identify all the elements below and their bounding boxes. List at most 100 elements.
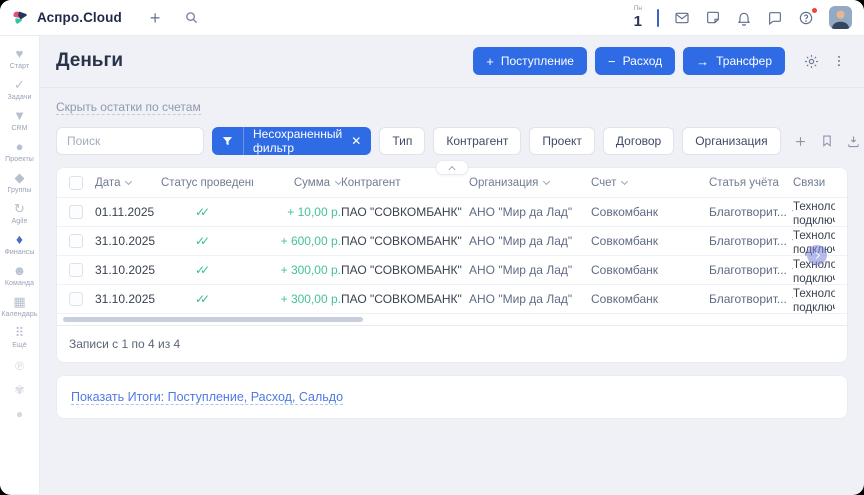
cell-category-label: Благотворит... (709, 205, 787, 219)
filter-button[interactable]: Организация (682, 127, 780, 155)
sidebar-item[interactable]: ♦ Финансы (0, 232, 39, 256)
sidebar-item[interactable]: ▦ Календарь (0, 294, 39, 318)
notes-icon[interactable] (705, 10, 721, 26)
sort-chevron-down-icon (543, 177, 550, 184)
column-header[interactable]: Контрагент (341, 177, 469, 189)
calendar-weekday: Пн (634, 6, 642, 13)
filter-button[interactable]: Тип (379, 127, 425, 155)
row-checkbox[interactable] (69, 263, 83, 277)
user-avatar[interactable] (829, 6, 852, 29)
add-filter-plus-icon[interactable] (793, 134, 808, 149)
column-header[interactable]: Дата (95, 177, 161, 189)
collapse-table-pill[interactable] (436, 160, 469, 175)
sidebar-item-icon: ⠿ (0, 325, 39, 340)
horizontal-scrollbar[interactable] (61, 317, 843, 323)
sidebar-app-icon[interactable]: ℗ (15, 360, 24, 372)
table-row[interactable]: 31.10.2025 ✓✓ + 300,00 р. ПАО "СОВКОМБАН… (57, 285, 847, 314)
column-header[interactable]: Счет (591, 177, 709, 189)
action-button[interactable]: − Расход (595, 47, 675, 75)
sidebar: ♥ Старт ✓ Задачи ▼ CRM ● Проекты (0, 36, 40, 494)
cell-category-dropdown[interactable]: Благотворит... (709, 234, 793, 248)
cell-status: ✓✓ (161, 292, 253, 306)
column-header[interactable]: Организация (469, 177, 591, 189)
create-plus-button[interactable]: + (150, 9, 161, 27)
cell-category-dropdown[interactable]: Благотворит... (709, 263, 793, 277)
column-header[interactable]: Статус проведения (161, 177, 253, 189)
sidebar-item-icon: ◆ (0, 170, 39, 185)
page-title: Деньги (56, 50, 123, 72)
action-button[interactable]: + Поступление (473, 47, 587, 75)
action-button-label: Поступление (501, 54, 574, 68)
filter-button[interactable]: Проект (529, 127, 595, 155)
cell-status: ✓✓ (161, 234, 253, 248)
more-kebab-icon[interactable] (830, 51, 848, 71)
search-input[interactable] (56, 127, 204, 155)
notifications-bell-icon[interactable] (736, 10, 752, 26)
sidebar-item[interactable]: ⠿ Ещё (0, 325, 39, 349)
scroll-right-button[interactable] (807, 245, 827, 265)
sidebar-item[interactable]: ▼ CRM (0, 108, 39, 132)
bookmark-icon[interactable] (820, 134, 834, 148)
mail-icon[interactable] (674, 10, 690, 26)
filter-button[interactable]: Договор (603, 127, 674, 155)
row-checkbox[interactable] (69, 292, 83, 306)
column-header[interactable]: Сумма (253, 177, 341, 189)
scrollbar-thumb[interactable] (63, 317, 363, 322)
row-checkbox[interactable] (69, 234, 83, 248)
sidebar-item-label: Проекты (0, 156, 39, 163)
sidebar-item[interactable]: ✓ Задачи (0, 77, 39, 101)
settings-gear-icon[interactable] (801, 51, 822, 72)
sidebar-item[interactable]: ♥ Старт (0, 46, 39, 70)
chat-icon[interactable] (767, 10, 783, 26)
row-checkbox[interactable] (69, 205, 83, 219)
filter-button[interactable]: Контрагент (433, 127, 521, 155)
column-header[interactable]: Статья учёта (709, 177, 793, 189)
cell-category-dropdown[interactable]: Благотворит... (709, 292, 793, 306)
action-button[interactable]: → Трансфер (683, 47, 785, 75)
search-icon[interactable] (184, 10, 199, 25)
sidebar-item[interactable]: ↻ Agile (0, 201, 39, 225)
calendar-date-widget[interactable]: Пн 1 (634, 6, 642, 29)
calendar-day-number: 1 (634, 14, 642, 29)
select-all-checkbox[interactable] (69, 176, 83, 190)
cell-relations: Технология подключен (793, 198, 835, 227)
row-checkbox-cell (69, 234, 95, 248)
chevron-right-icon (812, 251, 819, 258)
table-row[interactable]: 01.11.2025 ✓✓ + 10,00 р. ПАО "СОВКОМБАНК… (57, 198, 847, 227)
sidebar-item[interactable]: ● Проекты (0, 139, 39, 163)
sidebar-app-icon[interactable]: ✾ (14, 384, 24, 396)
cell-category-dropdown[interactable]: Благотворит... (709, 205, 793, 219)
sidebar-app-icon[interactable]: ● (16, 408, 23, 420)
status-approved-double-check-icon: ✓✓ (195, 263, 210, 277)
sidebar-item[interactable]: ◆ Группы (0, 170, 39, 194)
action-button-label: Расход (623, 54, 663, 68)
sidebar-item-icon: ♥ (0, 46, 39, 61)
status-approved-double-check-icon: ✓✓ (195, 234, 210, 248)
cell-date: 31.10.2025 (95, 234, 161, 248)
show-totals-link[interactable]: Показать Итоги: Поступление, Расход, Сал… (71, 390, 343, 405)
sidebar-item[interactable]: ☻ Команда (0, 263, 39, 287)
table-row[interactable]: 31.10.2025 ✓✓ + 600,00 р. ПАО "СОВКОМБАН… (57, 227, 847, 256)
sidebar-item-label: Команда (0, 280, 39, 287)
column-label: Контрагент (341, 177, 400, 189)
hide-balances-link[interactable]: Скрыть остатки по счетам (56, 100, 201, 115)
active-filter-chip[interactable]: Несохраненный фильтр ✕ (212, 127, 371, 155)
sidebar-item-icon: ↻ (0, 201, 39, 216)
cell-account: Совкомбанк (591, 263, 709, 277)
cell-account: Совкомбанк (591, 234, 709, 248)
cell-date: 31.10.2025 (95, 292, 161, 306)
table-tools (842, 134, 864, 149)
export-download-icon[interactable] (846, 134, 861, 149)
cell-date: 01.11.2025 (95, 205, 161, 219)
column-header[interactable]: Связи (793, 177, 835, 189)
brand[interactable]: Аспро.Cloud (12, 9, 122, 26)
column-label: Сумма (294, 177, 330, 189)
cell-organization: АНО "Мир да Лад" (469, 205, 591, 219)
sidebar-footer: ℗ ✾ ● (14, 360, 24, 420)
table-row[interactable]: 31.10.2025 ✓✓ + 300,00 р. ПАО "СОВКОМБАН… (57, 256, 847, 285)
help-icon[interactable] (798, 10, 814, 26)
cell-relations: Технология подключен (793, 285, 835, 314)
column-label: Счет (591, 177, 616, 189)
action-button-icon: + (486, 55, 494, 68)
filter-chip-close-icon[interactable]: ✕ (351, 134, 371, 148)
